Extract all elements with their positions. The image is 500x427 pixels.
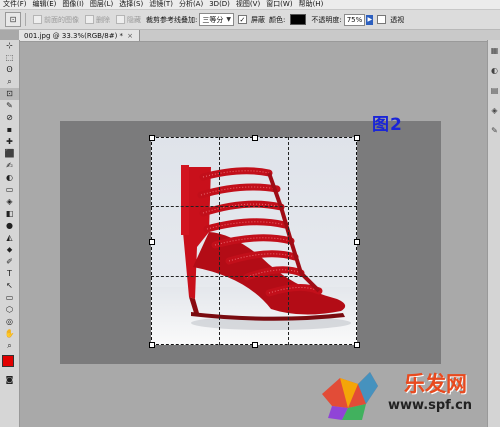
watermark-url: www.spf.cn [388, 398, 473, 413]
shield-color-swatch[interactable] [290, 14, 307, 25]
crop-handle-bottom-left[interactable] [149, 342, 155, 348]
shield-label: 屏蔽 [250, 15, 265, 24]
gradient-tool-icon[interactable]: ◐ [0, 172, 19, 184]
menu-layer[interactable]: 图层(L) [87, 0, 116, 9]
menu-bar: 文件(F) 编辑(E) 图像(I) 图层(L) 选择(S) 滤镜(T) 分析(A… [0, 0, 500, 10]
panel-adjust-icon[interactable]: ◐ [488, 60, 500, 80]
lasso-tool-icon[interactable]: ʘ [0, 64, 19, 76]
panel-channels-icon[interactable]: ◈ [488, 100, 500, 120]
tools-panel: ⊹ ⬚ ʘ ⌕ ⊡ ✎ ⊘ ▪ ✚ ⬛ ✍ ◐ ▭ ◈ ◧ ● ◭ ⬥ ✐ T … [0, 40, 20, 427]
menu-3d[interactable]: 3D(D) [206, 0, 233, 9]
opacity-input[interactable]: 75% [343, 13, 366, 26]
chevron-down-icon: ▼ [226, 16, 231, 23]
shield-checkbox[interactable]: ✓ [237, 15, 247, 24]
options-bar: ⊡ 前面的图像 删除 隐藏 裁剪参考线叠加: 三等分 ▼ ✓ 屏蔽 颜色: 不透明… [0, 10, 500, 30]
path-select-tool-icon[interactable]: ↖ [0, 280, 19, 292]
crop-overlay-label: 裁剪参考线叠加: [146, 15, 198, 24]
dodge-tool-icon[interactable]: ◈ [0, 196, 19, 208]
crop-handle-left[interactable] [149, 239, 155, 245]
eraser-tool-icon[interactable]: ✍ [0, 160, 19, 172]
opacity-label: 不透明度: [311, 15, 342, 24]
front-image-label: 前面的图像 [44, 15, 79, 24]
menu-window[interactable]: 窗口(W) [263, 0, 295, 9]
crop-overlay-value: 三等分 [202, 15, 224, 24]
hide-label: 隐藏 [127, 15, 141, 24]
dot-tool-icon[interactable]: ● [0, 220, 19, 232]
front-image-icon [33, 15, 42, 24]
delete-label: 删除 [96, 15, 110, 24]
menu-file[interactable]: 文件(F) [0, 0, 30, 9]
pen-tool-icon[interactable]: ◧ [0, 208, 19, 220]
delete-option: 删除 [85, 15, 110, 25]
zoom-tool-icon[interactable]: ⌕ [0, 340, 19, 352]
crop-handle-top-left[interactable] [149, 135, 155, 141]
hide-radio-icon [116, 15, 125, 24]
menu-select[interactable]: 选择(S) [116, 0, 146, 9]
crop-grid-line-horizontal [151, 206, 357, 207]
menu-view[interactable]: 视图(V) [233, 0, 263, 9]
front-image-button: 前面的图像 [33, 15, 79, 25]
delete-radio-icon [85, 15, 94, 24]
crop-handle-bottom[interactable] [252, 342, 258, 348]
document-tab[interactable]: 001.jpg @ 33.3%(RGB/8#) * × [19, 30, 140, 41]
crop-handle-top-right[interactable] [354, 135, 360, 141]
perspective-checkbox[interactable] [377, 15, 387, 24]
3d-orbit-tool-icon[interactable]: ◎ [0, 316, 19, 328]
3d-rotate-tool-icon[interactable]: ⬡ [0, 304, 19, 316]
pencil-tool-icon[interactable]: ✐ [0, 256, 19, 268]
quick-select-tool-icon[interactable]: ⌕ [0, 76, 19, 88]
move-tool-icon[interactable]: ⊹ [0, 40, 19, 52]
shoe-photo [151, 137, 357, 345]
marquee-tool-icon[interactable]: ⬚ [0, 52, 19, 64]
menu-analysis[interactable]: 分析(A) [176, 0, 206, 9]
panel-layers-icon[interactable]: ▤ [488, 80, 500, 100]
shape-tool-icon[interactable]: ◭ [0, 232, 19, 244]
crop-tool-icon[interactable]: ⊡ [0, 88, 19, 100]
red-sandal-image [151, 165, 357, 345]
type-tool-icon[interactable]: T [0, 268, 19, 280]
crop-handle-bottom-right[interactable] [354, 342, 360, 348]
quick-mask-icon[interactable]: ◙ [0, 374, 19, 386]
opacity-slider-icon[interactable]: ▶ [366, 14, 374, 25]
divider [25, 13, 26, 26]
crop-handle-right[interactable] [354, 239, 360, 245]
figure-annotation: 图2 [372, 115, 403, 135]
menu-edit[interactable]: 编辑(E) [30, 0, 60, 9]
crop-grid-line-vertical [219, 137, 220, 345]
color-label: 颜色: [268, 15, 286, 24]
crop-tool-preset-icon[interactable]: ⊡ [5, 12, 21, 27]
document-title: 001.jpg @ 33.3%(RGB/8#) * [24, 31, 124, 40]
menu-image[interactable]: 图像(I) [59, 0, 87, 9]
close-icon[interactable]: × [127, 32, 133, 40]
foreground-color-swatch[interactable] [2, 355, 14, 367]
blur-tool-icon[interactable]: ▭ [0, 184, 19, 196]
crop-handle-top[interactable] [252, 135, 258, 141]
menu-filter[interactable]: 滤镜(T) [146, 0, 176, 9]
rectangle-tool-icon[interactable]: ▭ [0, 292, 19, 304]
anchor-tool-icon[interactable]: ⬥ [0, 244, 19, 256]
brush-tool-icon[interactable]: ▪ [0, 124, 19, 136]
menu-help[interactable]: 帮助(H) [296, 0, 327, 9]
crop-grid-line-vertical [288, 137, 289, 345]
crop-grid-line-horizontal [151, 276, 357, 277]
eyedropper-tool-icon[interactable]: ✎ [0, 100, 19, 112]
perspective-label: 透视 [390, 15, 405, 24]
watermark-brand: 乐发网 [404, 371, 467, 396]
healing-brush-tool-icon[interactable]: ⊘ [0, 112, 19, 124]
hide-option: 隐藏 [116, 15, 141, 25]
clone-stamp-tool-icon[interactable]: ✚ [0, 136, 19, 148]
color-swatches[interactable] [0, 352, 19, 374]
crop-overlay-select[interactable]: 三等分 ▼ [199, 13, 234, 26]
panel-paths-icon[interactable]: ✎ [488, 120, 500, 140]
document-tab-bar: 001.jpg @ 33.3%(RGB/8#) * × [19, 30, 500, 42]
hand-tool-icon[interactable]: ✋ [0, 328, 19, 340]
history-brush-tool-icon[interactable]: ⬛ [0, 148, 19, 160]
panel-color-icon[interactable]: ▦ [488, 40, 500, 60]
